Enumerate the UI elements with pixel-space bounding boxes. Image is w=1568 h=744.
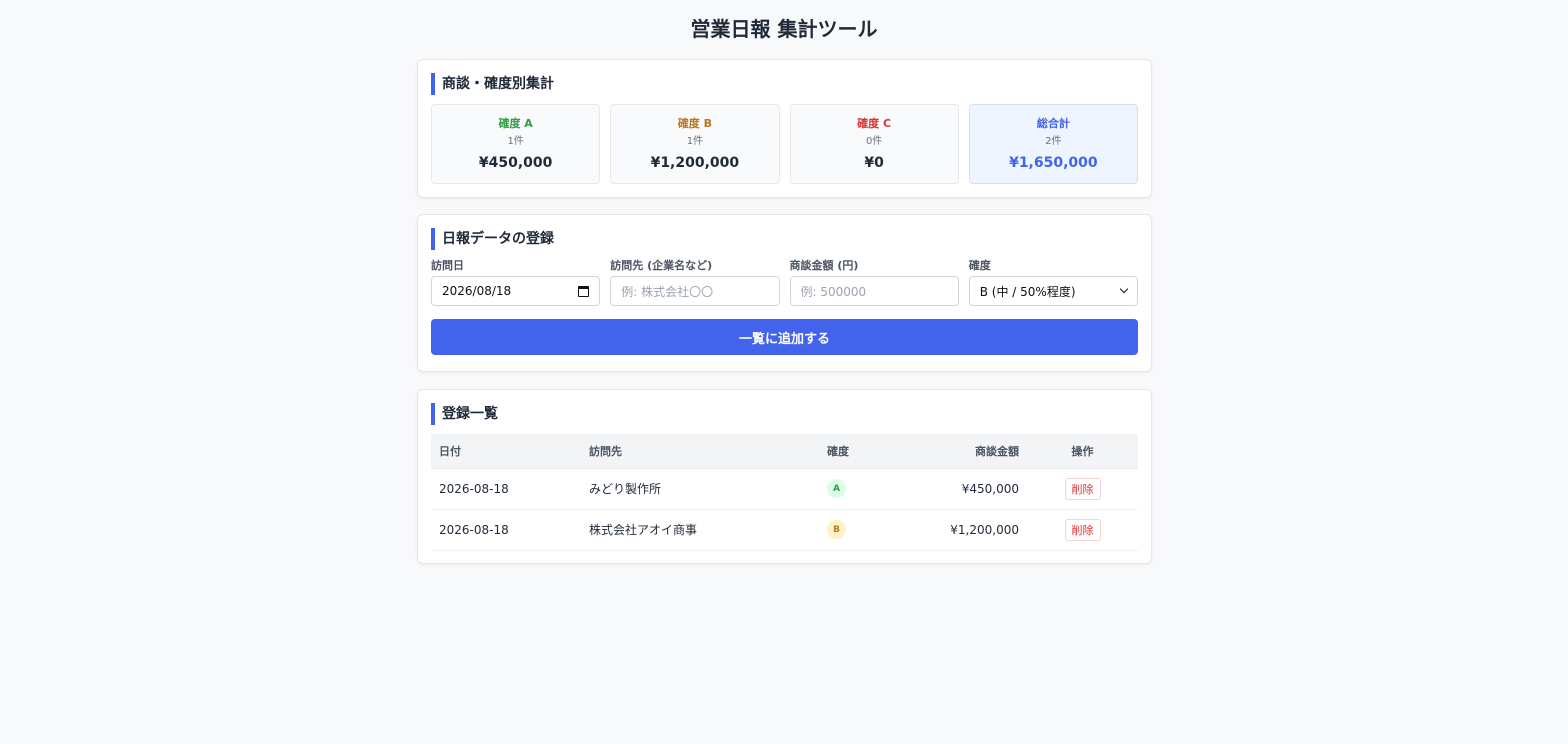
- confidence-label: 確度: [968, 259, 991, 272]
- header-destination: 訪問先: [581, 434, 819, 469]
- summary-label: 確度 C: [857, 117, 892, 130]
- delete-button[interactable]: 削除: [1064, 477, 1101, 500]
- record-list-card: 登録一覧 日付 訪問先 確度 商談金額 操作 2026-08-18 みどり製作所…: [417, 389, 1152, 564]
- form-title: 日報データの登録: [431, 228, 1138, 250]
- summary-count: 2件: [1045, 136, 1062, 147]
- entry-form-card: 日報データの登録 訪問日 2026/08/18 訪問先 (企業名など) 例: 株…: [417, 214, 1152, 372]
- table-row: 2026-08-18 みどり製作所 A ¥450,000 削除: [431, 468, 1138, 510]
- confidence-badge: B: [827, 520, 846, 539]
- header-amount: 商談金額: [899, 434, 1027, 469]
- header-date: 日付: [431, 434, 581, 469]
- header-confidence: 確度: [819, 434, 899, 469]
- summary-label: 確度 B: [677, 117, 712, 130]
- summary-label: 総合計: [1036, 117, 1070, 130]
- summary-label: 確度 A: [498, 117, 533, 130]
- confidence-select[interactable]: B (中 / 50%程度): [968, 276, 1138, 306]
- page-title: 営業日報 集計ツール: [690, 17, 878, 41]
- summary-count: 0件: [865, 136, 883, 147]
- form-row: 訪問日 2026/08/18 訪問先 (企業名など) 例: 株式会社〇〇 商談金…: [431, 259, 1138, 306]
- date-field: 訪問日 2026/08/18: [431, 259, 601, 306]
- row-destination: みどり製作所: [581, 468, 819, 510]
- amount-field: 商談金額 (円) 例: 500000: [789, 259, 959, 306]
- summary-amount: ¥1,200,000: [650, 155, 740, 171]
- row-amount: ¥450,000: [899, 468, 1027, 510]
- row-operation: 削除: [1027, 468, 1138, 510]
- destination-field: 訪問先 (企業名など) 例: 株式会社〇〇: [610, 259, 780, 306]
- add-to-list-button[interactable]: 一覧に追加する: [431, 319, 1138, 355]
- confidence-selected-value: B (中 / 50%程度): [979, 284, 1076, 299]
- summary-box-b: 確度 B 1件 ¥1,200,000: [610, 104, 780, 184]
- destination-placeholder: 例: 株式会社〇〇: [621, 284, 714, 299]
- amount-label: 商談金額 (円): [789, 259, 859, 272]
- summary-title: 商談・確度別集計: [431, 73, 1138, 95]
- summary-box-a: 確度 A 1件 ¥450,000: [431, 104, 601, 184]
- confidence-field: 確度 B (中 / 50%程度): [968, 259, 1138, 306]
- chevron-down-icon: [1119, 284, 1129, 294]
- summary-box-c: 確度 C 0件 ¥0: [789, 104, 959, 184]
- row-amount: ¥1,200,000: [899, 509, 1027, 551]
- date-value: 2026/08/18: [442, 284, 512, 298]
- destination-label: 訪問先 (企業名など): [610, 259, 713, 272]
- amount-placeholder: 例: 500000: [800, 284, 867, 299]
- destination-input[interactable]: 例: 株式会社〇〇: [610, 276, 780, 306]
- calendar-icon[interactable]: [578, 285, 590, 297]
- summary-amount: ¥0: [864, 155, 884, 171]
- table-row: 2026-08-18 株式会社アオイ商事 B ¥1,200,000 削除: [431, 509, 1138, 551]
- delete-button[interactable]: 削除: [1064, 518, 1101, 541]
- row-date: 2026-08-18: [431, 468, 581, 510]
- summary-count: 1件: [686, 136, 704, 147]
- list-title: 登録一覧: [431, 403, 1138, 425]
- row-operation: 削除: [1027, 509, 1138, 551]
- row-confidence: A: [819, 468, 899, 510]
- date-label: 訪問日: [431, 259, 464, 272]
- row-destination: 株式会社アオイ商事: [581, 509, 819, 551]
- summary-box-total: 総合計 2件 ¥1,650,000: [968, 104, 1138, 184]
- summary-count: 1件: [507, 136, 524, 147]
- header-operation: 操作: [1027, 434, 1138, 469]
- amount-input[interactable]: 例: 500000: [789, 276, 959, 306]
- table-header-row: 日付 訪問先 確度 商談金額 操作: [431, 434, 1138, 469]
- summary-grid: 確度 A 1件 ¥450,000 確度 B 1件 ¥1,200,000 確度 C…: [431, 104, 1138, 184]
- row-confidence: B: [819, 509, 899, 551]
- summary-card: 商談・確度別集計 確度 A 1件 ¥450,000 確度 B 1件 ¥1,200…: [417, 59, 1152, 198]
- row-date: 2026-08-18: [431, 509, 581, 551]
- summary-amount: ¥1,650,000: [1009, 155, 1098, 171]
- record-table: 日付 訪問先 確度 商談金額 操作 2026-08-18 みどり製作所 A ¥4…: [431, 434, 1138, 551]
- summary-amount: ¥450,000: [478, 155, 553, 171]
- confidence-badge: A: [827, 479, 846, 498]
- date-input[interactable]: 2026/08/18: [431, 276, 601, 306]
